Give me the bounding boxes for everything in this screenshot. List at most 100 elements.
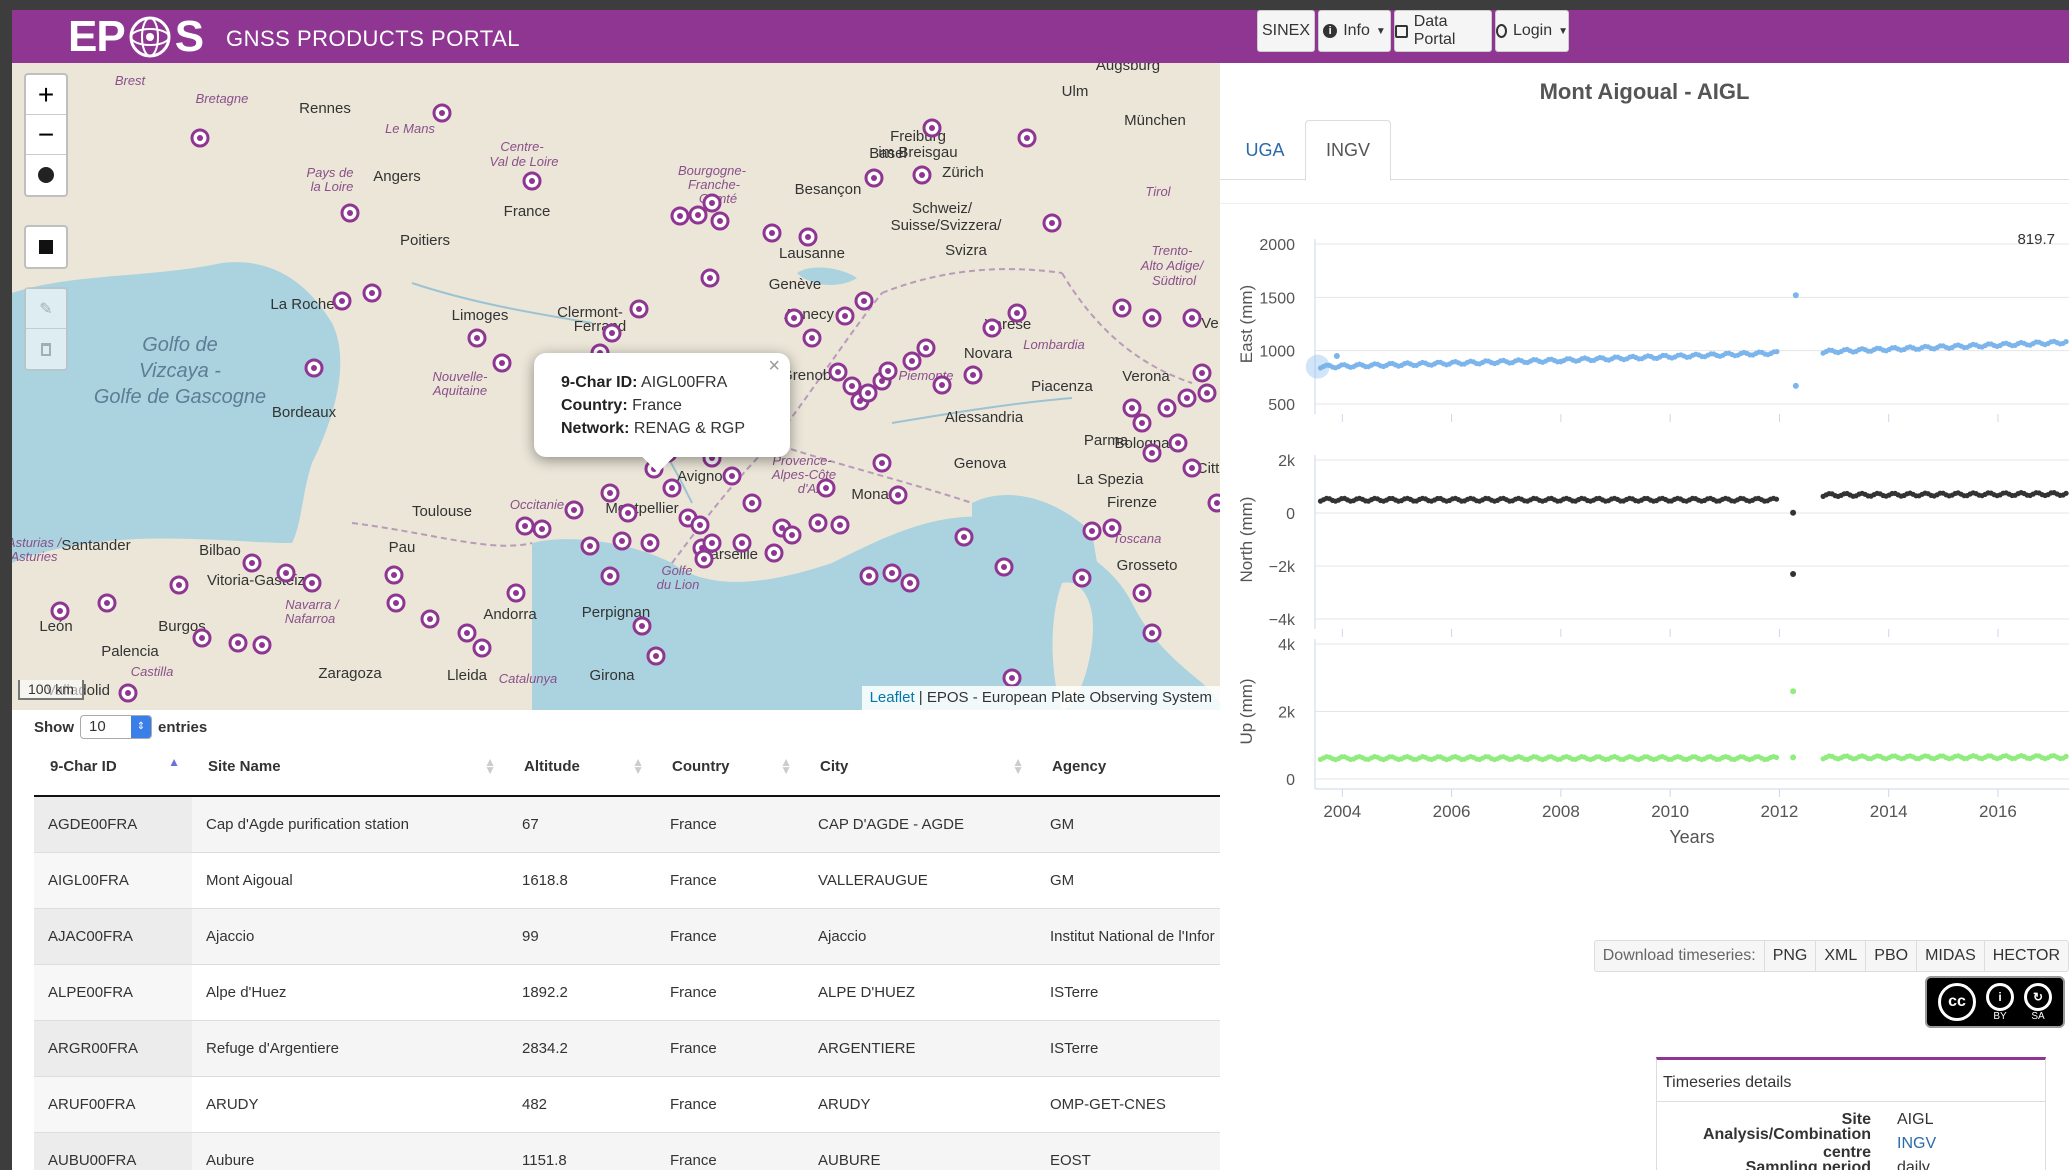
station-marker[interactable]: [252, 635, 272, 655]
station-marker[interactable]: [922, 118, 942, 138]
zoom-in-button[interactable]: +: [26, 75, 66, 115]
station-marker[interactable]: [362, 283, 382, 303]
station-marker[interactable]: [1197, 383, 1217, 403]
station-marker[interactable]: [190, 128, 210, 148]
station-marker[interactable]: [662, 478, 682, 498]
station-marker[interactable]: [50, 601, 70, 621]
table-row[interactable]: AJAC00FRA Ajaccio 99 France Ajaccio Institut …: [34, 908, 1220, 965]
station-marker[interactable]: [492, 353, 512, 373]
station-marker[interactable]: [506, 583, 526, 603]
station-marker[interactable]: [420, 609, 440, 629]
station-marker[interactable]: [882, 563, 902, 583]
station-marker[interactable]: [854, 291, 874, 311]
station-marker[interactable]: [700, 268, 720, 288]
station-marker[interactable]: [1192, 363, 1212, 383]
station-marker[interactable]: [629, 299, 649, 319]
station-marker[interactable]: [994, 557, 1014, 577]
station-marker[interactable]: [640, 533, 660, 553]
station-marker[interactable]: [902, 351, 922, 371]
column-header-agency[interactable]: Agency: [1036, 738, 1220, 797]
leaflet-link[interactable]: Leaflet: [870, 689, 915, 706]
data-portal-button[interactable]: Data Portal: [1394, 10, 1492, 52]
station-marker[interactable]: [932, 375, 952, 395]
station-marker[interactable]: [782, 525, 802, 545]
station-marker[interactable]: [888, 485, 908, 505]
station-marker[interactable]: [332, 291, 352, 311]
table-row[interactable]: ARGR00FRA Refuge d'Argentiere 2834.2 France…: [34, 1020, 1220, 1077]
station-marker[interactable]: [878, 361, 898, 381]
download-pbo-button[interactable]: PBO: [1865, 941, 1916, 971]
station-marker[interactable]: [1007, 303, 1027, 323]
station-marker[interactable]: [472, 638, 492, 658]
station-marker[interactable]: [670, 206, 690, 226]
square-icon[interactable]: [26, 227, 66, 267]
station-marker[interactable]: [580, 536, 600, 556]
station-marker[interactable]: [742, 493, 762, 513]
station-marker[interactable]: [1182, 458, 1202, 478]
station-marker[interactable]: [600, 483, 620, 503]
edit-icon[interactable]: ✎: [26, 289, 66, 329]
station-marker[interactable]: [858, 383, 878, 403]
station-marker[interactable]: [784, 308, 804, 328]
station-marker[interactable]: [732, 533, 752, 553]
station-marker[interactable]: [1132, 583, 1152, 603]
station-marker[interactable]: [1102, 518, 1122, 538]
station-marker[interactable]: [1142, 443, 1162, 463]
station-marker[interactable]: [954, 527, 974, 547]
station-marker[interactable]: [702, 533, 722, 553]
login-menu-button[interactable]: Login ▼: [1495, 10, 1569, 52]
station-marker[interactable]: [690, 515, 710, 535]
station-marker[interactable]: [859, 566, 879, 586]
cc-license-badge[interactable]: cc i BY ↻ SA: [1925, 976, 2065, 1028]
column-header-country[interactable]: Country ▲ ▼: [656, 738, 804, 797]
station-marker[interactable]: [830, 515, 850, 535]
station-marker[interactable]: [386, 593, 406, 613]
station-marker[interactable]: [764, 543, 784, 563]
tab-ingv[interactable]: INGV: [1305, 120, 1391, 181]
station-marker[interactable]: [1168, 433, 1188, 453]
station-marker[interactable]: [602, 323, 622, 343]
station-marker[interactable]: [1002, 668, 1022, 688]
page-length-select[interactable]: 10 ⇕: [80, 715, 152, 739]
station-marker[interactable]: [842, 376, 862, 396]
station-marker[interactable]: [432, 103, 452, 123]
station-marker[interactable]: [612, 531, 632, 551]
info-menu-button[interactable]: i Info ▼: [1318, 10, 1391, 52]
station-marker[interactable]: [722, 466, 742, 486]
station-marker[interactable]: [808, 513, 828, 533]
station-marker[interactable]: [688, 205, 708, 225]
station-marker[interactable]: [963, 365, 983, 385]
station-marker[interactable]: [916, 338, 936, 358]
table-row[interactable]: ARUF00FRA ARUDY 482 France ARUDY OMP-GET-CNES: [34, 1076, 1220, 1133]
download-midas-button[interactable]: MIDAS: [1916, 941, 1984, 971]
station-marker[interactable]: [1132, 413, 1152, 433]
station-marker[interactable]: [694, 549, 714, 569]
station-marker[interactable]: [1207, 493, 1220, 513]
station-marker[interactable]: [864, 168, 884, 188]
station-marker[interactable]: [276, 563, 296, 583]
tab-uga[interactable]: UGA: [1230, 120, 1300, 180]
station-marker[interactable]: [384, 565, 404, 585]
station-marker[interactable]: [1142, 308, 1162, 328]
station-marker[interactable]: [982, 318, 1002, 338]
download-png-button[interactable]: PNG: [1763, 941, 1816, 971]
station-marker[interactable]: [802, 328, 822, 348]
station-marker[interactable]: [632, 616, 652, 636]
station-marker[interactable]: [872, 453, 892, 473]
station-marker[interactable]: [600, 566, 620, 586]
station-marker[interactable]: [532, 519, 552, 539]
station-marker[interactable]: [467, 328, 487, 348]
station-marker[interactable]: [564, 500, 584, 520]
table-row[interactable]: AIGL00FRA Mont Aigoual 1618.8 France VALLERA…: [34, 852, 1220, 909]
download-xml-button[interactable]: XML: [1815, 941, 1865, 971]
station-marker[interactable]: [762, 223, 782, 243]
station-marker[interactable]: [118, 683, 138, 703]
station-marker[interactable]: [828, 362, 848, 382]
station-marker[interactable]: [1157, 398, 1177, 418]
station-marker[interactable]: [1142, 623, 1162, 643]
table-row[interactable]: AUBU00FRA Aubure 1151.8 France AUBURE EOST: [34, 1132, 1220, 1170]
station-marker[interactable]: [798, 227, 818, 247]
station-marker[interactable]: [1072, 568, 1092, 588]
station-marker[interactable]: [1017, 128, 1037, 148]
timeseries-svg[interactable]: 2000 1500 1000 500 East (mm) 2k 0 −2k −4k North (…: [1220, 204, 2069, 901]
